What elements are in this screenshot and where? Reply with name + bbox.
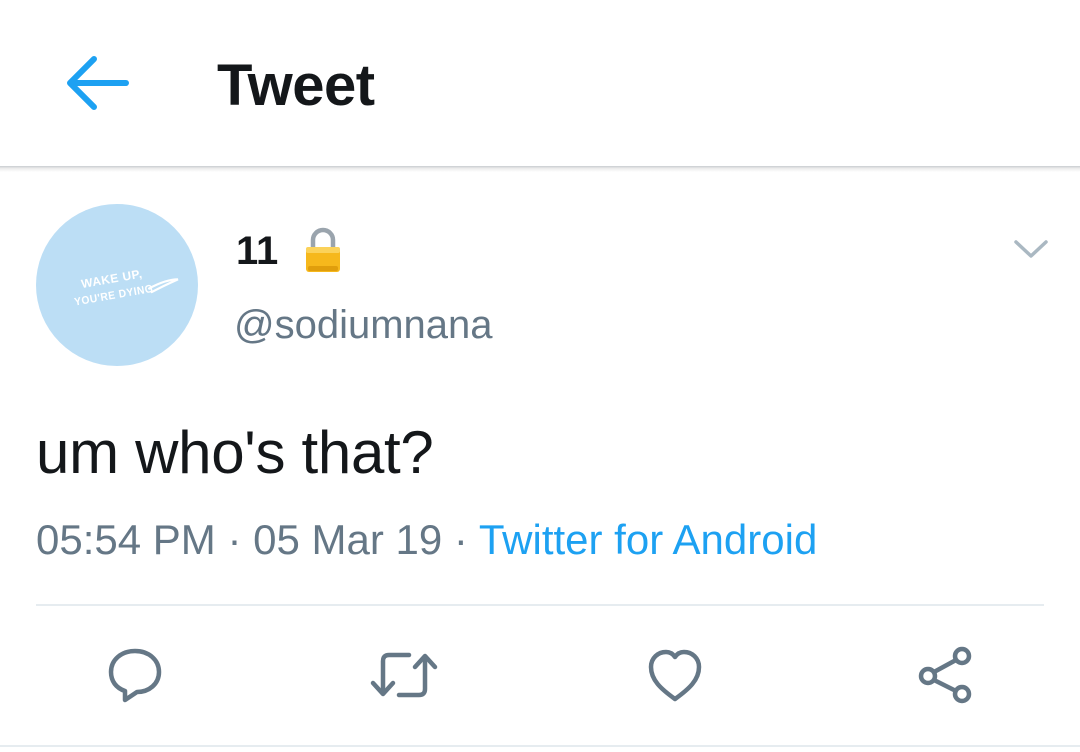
display-name[interactable]: 11 bbox=[236, 228, 278, 274]
tweet-text: um who's that? bbox=[36, 419, 434, 486]
top-app-bar: Tweet bbox=[0, 0, 1080, 168]
chevron-down-icon bbox=[1014, 240, 1048, 258]
tweet-time: 05:54 PM bbox=[36, 516, 216, 563]
reply-button[interactable] bbox=[100, 640, 170, 710]
header-divider bbox=[0, 166, 1080, 172]
tweet-metadata: 05:54 PM · 05 Mar 19 · Twitter for Andro… bbox=[36, 515, 817, 565]
heart-icon bbox=[648, 649, 702, 702]
lock-icon bbox=[303, 226, 343, 274]
retweet-button[interactable] bbox=[369, 640, 439, 710]
reply-icon bbox=[108, 648, 162, 703]
like-button[interactable] bbox=[640, 640, 710, 710]
tweet-detail-screen: Tweet WAKE UP, YOU'RE DYING 11 @sodiumna… bbox=[0, 0, 1080, 752]
share-button[interactable] bbox=[910, 640, 980, 710]
separator: · bbox=[453, 516, 468, 563]
bottom-divider bbox=[0, 745, 1080, 747]
share-icon bbox=[918, 646, 972, 704]
divider bbox=[36, 604, 1044, 606]
page-title: Tweet bbox=[217, 53, 375, 118]
retweet-icon bbox=[370, 652, 438, 698]
avatar-logo: WAKE UP, YOU'RE DYING bbox=[73, 267, 179, 309]
back-button[interactable] bbox=[58, 50, 134, 116]
avatar[interactable]: WAKE UP, YOU'RE DYING bbox=[36, 204, 198, 366]
tweet-date: 05 Mar 19 bbox=[253, 516, 443, 563]
username[interactable]: @sodiumnana bbox=[234, 302, 493, 348]
tweet-menu-button[interactable] bbox=[1006, 228, 1056, 270]
tweet-source-link[interactable]: Twitter for Android bbox=[479, 516, 817, 563]
separator: · bbox=[227, 516, 242, 563]
back-arrow-icon bbox=[67, 56, 129, 110]
